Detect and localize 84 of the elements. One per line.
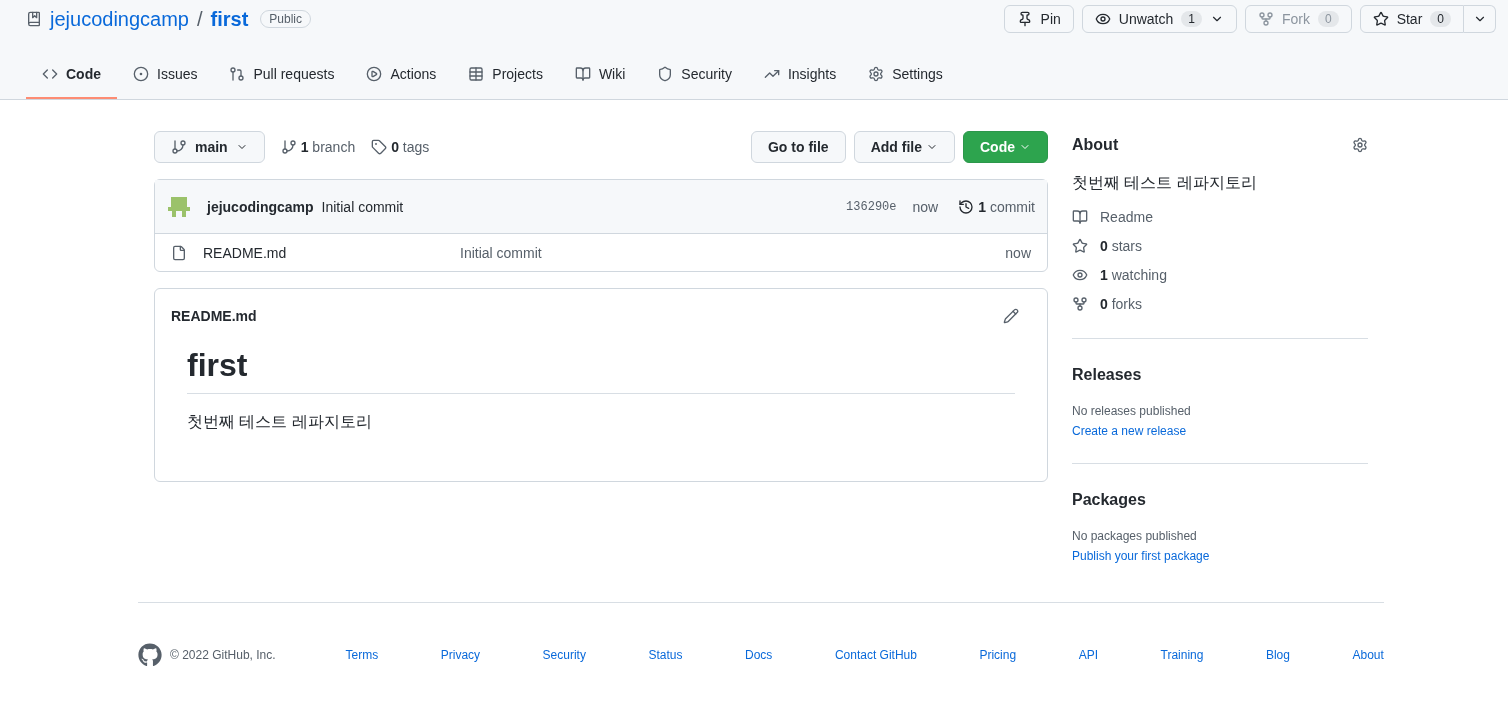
repo-tab[interactable]: Settings bbox=[852, 51, 959, 99]
create-link[interactable]: Publish your first package bbox=[1072, 548, 1368, 564]
counter: 0 bbox=[1430, 11, 1451, 27]
create-link[interactable]: Create a new release bbox=[1072, 423, 1368, 439]
branch-icon bbox=[280, 139, 297, 155]
empty-note: No packages published bbox=[1072, 528, 1198, 544]
eye-icon bbox=[1094, 11, 1111, 27]
branch-select[interactable]: main bbox=[154, 131, 265, 163]
star-menu-button[interactable] bbox=[1464, 5, 1496, 33]
copyright-text: © 2022 GitHub, Inc. bbox=[170, 647, 276, 663]
commit-author[interactable]: jejucodingcamp bbox=[207, 196, 314, 217]
code-icon bbox=[42, 66, 58, 82]
book-icon bbox=[574, 66, 591, 82]
book-icon bbox=[1072, 209, 1088, 225]
repo-stat-link[interactable]: 0 stars bbox=[1072, 236, 1143, 256]
repo-tab[interactable]: Code bbox=[26, 51, 117, 99]
footer-link[interactable]: Contact GitHub bbox=[834, 647, 917, 663]
pencil-icon bbox=[1003, 308, 1019, 324]
footer-link[interactable]: API bbox=[1078, 647, 1098, 663]
repo-name-link[interactable]: first bbox=[210, 4, 249, 34]
circle-dot-icon bbox=[133, 66, 149, 82]
branches-link[interactable]: 1 branch bbox=[280, 137, 356, 157]
tags-link[interactable]: 0 tags bbox=[371, 137, 430, 157]
watch-button[interactable]: Unwatch 1 bbox=[1081, 5, 1237, 33]
repo-tab[interactable]: Security bbox=[641, 51, 748, 99]
history-icon bbox=[958, 198, 975, 215]
settings-icon[interactable] bbox=[1352, 137, 1368, 153]
readme-filename[interactable]: README.md bbox=[171, 306, 257, 326]
file-commit-message[interactable]: Initial commit bbox=[460, 242, 542, 263]
repo-stat-link[interactable]: 0 forks bbox=[1072, 294, 1143, 314]
settings-icon bbox=[868, 66, 885, 82]
readme-text: 첫번째 테스트 레파지토리 bbox=[187, 411, 373, 432]
commit-time: now bbox=[912, 197, 939, 217]
readme-heading: first bbox=[187, 343, 1015, 394]
repo-stat-link[interactable]: Readme bbox=[1072, 207, 1153, 227]
tag-icon bbox=[371, 139, 388, 155]
commit-message[interactable]: Initial commit bbox=[321, 196, 404, 217]
commits-link[interactable]: 1 commit bbox=[958, 196, 1035, 217]
repo-tab[interactable]: Projects bbox=[452, 51, 559, 99]
play-icon bbox=[366, 66, 383, 82]
table-icon bbox=[468, 66, 485, 82]
star-button[interactable]: Star 0 bbox=[1359, 5, 1464, 33]
eye-icon bbox=[1072, 267, 1088, 283]
counter: 0 bbox=[1317, 11, 1339, 27]
branch-icon bbox=[171, 139, 187, 155]
footer-link[interactable]: Pricing bbox=[979, 647, 1017, 663]
star-icon bbox=[1372, 11, 1389, 27]
repo-description: 첫번째 테스트 레파지토리 bbox=[1072, 173, 1258, 193]
footer-link[interactable]: Blog bbox=[1265, 647, 1290, 663]
fork-icon bbox=[1072, 296, 1088, 312]
file-name[interactable]: README.md bbox=[203, 242, 460, 263]
footer-link[interactable]: Terms bbox=[345, 647, 379, 663]
file-time: now bbox=[1005, 243, 1031, 263]
footer-link[interactable]: Status bbox=[648, 647, 683, 663]
pull-request-icon bbox=[229, 66, 246, 82]
repo-tab[interactable]: Issues bbox=[117, 51, 214, 99]
avatar-icon bbox=[167, 194, 191, 219]
fork-icon bbox=[1257, 11, 1274, 27]
pin-button[interactable]: Pin bbox=[1003, 5, 1074, 33]
repo-tab[interactable]: Actions bbox=[350, 51, 453, 99]
repo-stat-link[interactable]: 1 watching bbox=[1072, 265, 1167, 285]
section-heading: Releases bbox=[1072, 365, 1143, 385]
footer-link[interactable]: About bbox=[1352, 647, 1384, 663]
add-file-button[interactable]: Add file bbox=[853, 131, 955, 163]
about-heading: About bbox=[1072, 135, 1119, 155]
repo-tab[interactable]: Pull requests bbox=[213, 51, 351, 99]
footer-link[interactable]: Training bbox=[1160, 647, 1204, 663]
commit-sha[interactable]: 136290e bbox=[846, 198, 897, 215]
repo-tab[interactable]: Insights bbox=[747, 51, 853, 99]
file-icon bbox=[171, 244, 187, 261]
star-icon bbox=[1072, 238, 1088, 254]
footer-link[interactable]: Privacy bbox=[440, 647, 481, 663]
section-heading: Packages bbox=[1072, 490, 1147, 510]
repo-tab[interactable]: Wiki bbox=[558, 51, 642, 99]
path-separator: / bbox=[197, 6, 203, 32]
owner-link[interactable]: jejucodingcamp bbox=[50, 4, 189, 34]
shield-icon bbox=[657, 66, 674, 82]
go-to-file-button[interactable]: Go to file bbox=[751, 131, 846, 163]
repo-icon bbox=[26, 11, 42, 27]
footer-link[interactable]: Security bbox=[542, 647, 586, 663]
counter: 1 bbox=[1181, 11, 1202, 27]
empty-note: No releases published bbox=[1072, 403, 1192, 419]
footer-link[interactable]: Docs bbox=[745, 647, 773, 663]
github-logo[interactable] bbox=[138, 643, 162, 667]
